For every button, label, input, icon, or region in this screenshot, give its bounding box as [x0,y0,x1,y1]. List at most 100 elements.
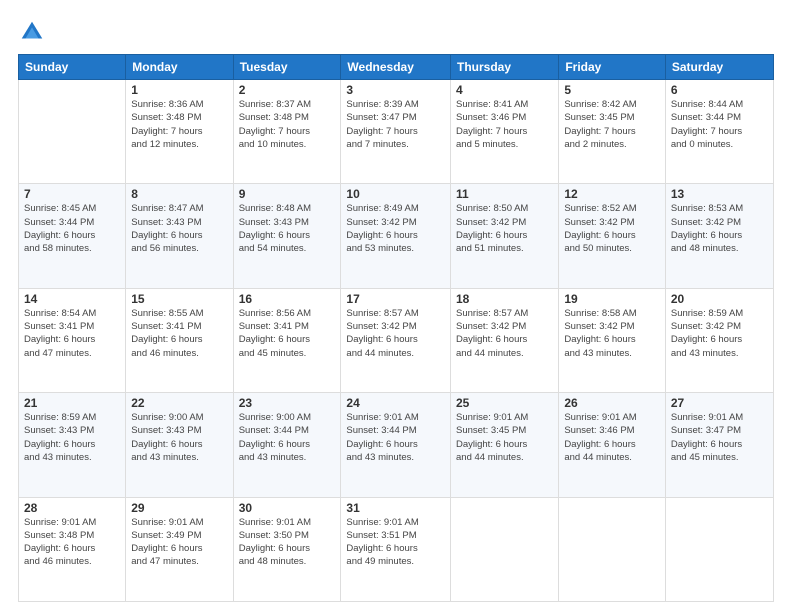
day-info: Sunrise: 8:54 AMSunset: 3:41 PMDaylight:… [24,307,120,360]
logo-icon [18,18,46,46]
logo [18,18,50,46]
calendar-cell: 27Sunrise: 9:01 AMSunset: 3:47 PMDayligh… [665,393,773,497]
day-number: 4 [456,83,553,97]
calendar-cell: 22Sunrise: 9:00 AMSunset: 3:43 PMDayligh… [126,393,233,497]
day-info: Sunrise: 8:49 AMSunset: 3:42 PMDaylight:… [346,202,445,255]
week-row-2: 14Sunrise: 8:54 AMSunset: 3:41 PMDayligh… [19,288,774,392]
calendar-cell: 13Sunrise: 8:53 AMSunset: 3:42 PMDayligh… [665,184,773,288]
calendar-cell: 24Sunrise: 9:01 AMSunset: 3:44 PMDayligh… [341,393,451,497]
day-number: 2 [239,83,336,97]
day-info: Sunrise: 8:45 AMSunset: 3:44 PMDaylight:… [24,202,120,255]
day-number: 18 [456,292,553,306]
day-number: 15 [131,292,227,306]
day-number: 19 [564,292,660,306]
day-info: Sunrise: 8:39 AMSunset: 3:47 PMDaylight:… [346,98,445,151]
day-number: 30 [239,501,336,515]
day-info: Sunrise: 8:53 AMSunset: 3:42 PMDaylight:… [671,202,768,255]
calendar-cell: 5Sunrise: 8:42 AMSunset: 3:45 PMDaylight… [559,80,666,184]
day-info: Sunrise: 9:01 AMSunset: 3:46 PMDaylight:… [564,411,660,464]
calendar-cell: 20Sunrise: 8:59 AMSunset: 3:42 PMDayligh… [665,288,773,392]
day-number: 7 [24,187,120,201]
day-number: 29 [131,501,227,515]
day-info: Sunrise: 8:42 AMSunset: 3:45 PMDaylight:… [564,98,660,151]
calendar-cell: 12Sunrise: 8:52 AMSunset: 3:42 PMDayligh… [559,184,666,288]
calendar-cell: 6Sunrise: 8:44 AMSunset: 3:44 PMDaylight… [665,80,773,184]
day-info: Sunrise: 8:44 AMSunset: 3:44 PMDaylight:… [671,98,768,151]
calendar-cell: 29Sunrise: 9:01 AMSunset: 3:49 PMDayligh… [126,497,233,601]
day-header-monday: Monday [126,55,233,80]
day-header-wednesday: Wednesday [341,55,451,80]
day-number: 25 [456,396,553,410]
day-info: Sunrise: 8:57 AMSunset: 3:42 PMDaylight:… [346,307,445,360]
day-info: Sunrise: 8:50 AMSunset: 3:42 PMDaylight:… [456,202,553,255]
day-number: 16 [239,292,336,306]
day-number: 28 [24,501,120,515]
day-info: Sunrise: 8:59 AMSunset: 3:42 PMDaylight:… [671,307,768,360]
day-number: 27 [671,396,768,410]
calendar-cell: 7Sunrise: 8:45 AMSunset: 3:44 PMDaylight… [19,184,126,288]
calendar-cell: 9Sunrise: 8:48 AMSunset: 3:43 PMDaylight… [233,184,341,288]
day-info: Sunrise: 9:01 AMSunset: 3:51 PMDaylight:… [346,516,445,569]
calendar-cell: 2Sunrise: 8:37 AMSunset: 3:48 PMDaylight… [233,80,341,184]
week-row-4: 28Sunrise: 9:01 AMSunset: 3:48 PMDayligh… [19,497,774,601]
calendar-cell: 14Sunrise: 8:54 AMSunset: 3:41 PMDayligh… [19,288,126,392]
calendar-cell: 19Sunrise: 8:58 AMSunset: 3:42 PMDayligh… [559,288,666,392]
day-info: Sunrise: 8:36 AMSunset: 3:48 PMDaylight:… [131,98,227,151]
day-info: Sunrise: 9:01 AMSunset: 3:48 PMDaylight:… [24,516,120,569]
day-number: 20 [671,292,768,306]
day-info: Sunrise: 8:47 AMSunset: 3:43 PMDaylight:… [131,202,227,255]
day-number: 5 [564,83,660,97]
calendar-cell [559,497,666,601]
day-number: 26 [564,396,660,410]
day-info: Sunrise: 9:01 AMSunset: 3:47 PMDaylight:… [671,411,768,464]
day-info: Sunrise: 8:58 AMSunset: 3:42 PMDaylight:… [564,307,660,360]
day-info: Sunrise: 9:01 AMSunset: 3:50 PMDaylight:… [239,516,336,569]
day-number: 31 [346,501,445,515]
day-info: Sunrise: 8:56 AMSunset: 3:41 PMDaylight:… [239,307,336,360]
day-info: Sunrise: 9:01 AMSunset: 3:45 PMDaylight:… [456,411,553,464]
calendar-cell: 3Sunrise: 8:39 AMSunset: 3:47 PMDaylight… [341,80,451,184]
calendar-cell: 1Sunrise: 8:36 AMSunset: 3:48 PMDaylight… [126,80,233,184]
calendar-cell: 17Sunrise: 8:57 AMSunset: 3:42 PMDayligh… [341,288,451,392]
calendar-cell: 8Sunrise: 8:47 AMSunset: 3:43 PMDaylight… [126,184,233,288]
calendar-cell [19,80,126,184]
day-number: 12 [564,187,660,201]
day-header-saturday: Saturday [665,55,773,80]
days-header-row: SundayMondayTuesdayWednesdayThursdayFrid… [19,55,774,80]
day-info: Sunrise: 9:01 AMSunset: 3:44 PMDaylight:… [346,411,445,464]
calendar-cell: 4Sunrise: 8:41 AMSunset: 3:46 PMDaylight… [451,80,559,184]
day-number: 10 [346,187,445,201]
week-row-3: 21Sunrise: 8:59 AMSunset: 3:43 PMDayligh… [19,393,774,497]
day-number: 13 [671,187,768,201]
calendar-cell: 10Sunrise: 8:49 AMSunset: 3:42 PMDayligh… [341,184,451,288]
day-info: Sunrise: 9:01 AMSunset: 3:49 PMDaylight:… [131,516,227,569]
day-number: 11 [456,187,553,201]
calendar-cell [665,497,773,601]
day-info: Sunrise: 8:52 AMSunset: 3:42 PMDaylight:… [564,202,660,255]
day-header-friday: Friday [559,55,666,80]
day-number: 9 [239,187,336,201]
header [18,18,774,46]
day-number: 23 [239,396,336,410]
day-info: Sunrise: 9:00 AMSunset: 3:44 PMDaylight:… [239,411,336,464]
day-number: 6 [671,83,768,97]
day-number: 8 [131,187,227,201]
day-info: Sunrise: 8:37 AMSunset: 3:48 PMDaylight:… [239,98,336,151]
calendar-cell: 25Sunrise: 9:01 AMSunset: 3:45 PMDayligh… [451,393,559,497]
week-row-0: 1Sunrise: 8:36 AMSunset: 3:48 PMDaylight… [19,80,774,184]
day-header-tuesday: Tuesday [233,55,341,80]
calendar-cell: 31Sunrise: 9:01 AMSunset: 3:51 PMDayligh… [341,497,451,601]
day-number: 14 [24,292,120,306]
day-number: 1 [131,83,227,97]
calendar-cell: 16Sunrise: 8:56 AMSunset: 3:41 PMDayligh… [233,288,341,392]
calendar-cell [451,497,559,601]
calendar-cell: 15Sunrise: 8:55 AMSunset: 3:41 PMDayligh… [126,288,233,392]
calendar-cell: 21Sunrise: 8:59 AMSunset: 3:43 PMDayligh… [19,393,126,497]
calendar-cell: 26Sunrise: 9:01 AMSunset: 3:46 PMDayligh… [559,393,666,497]
calendar-cell: 11Sunrise: 8:50 AMSunset: 3:42 PMDayligh… [451,184,559,288]
day-header-thursday: Thursday [451,55,559,80]
day-number: 24 [346,396,445,410]
calendar-table: SundayMondayTuesdayWednesdayThursdayFrid… [18,54,774,602]
calendar-cell: 30Sunrise: 9:01 AMSunset: 3:50 PMDayligh… [233,497,341,601]
week-row-1: 7Sunrise: 8:45 AMSunset: 3:44 PMDaylight… [19,184,774,288]
